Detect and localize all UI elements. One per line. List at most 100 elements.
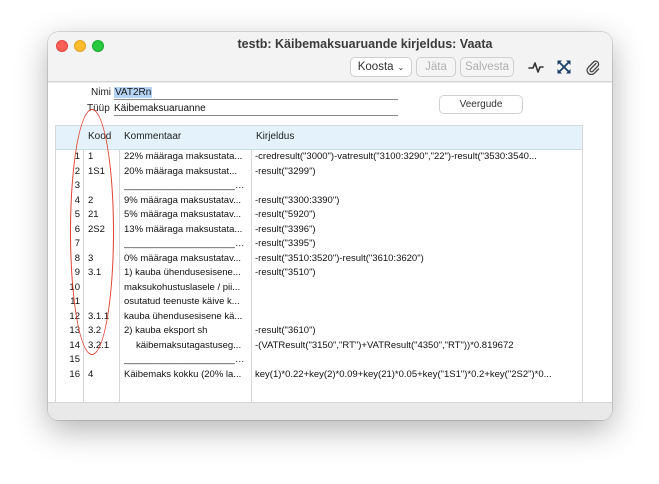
tyyp-underline (114, 115, 398, 116)
kood-cell[interactable]: 2 (88, 194, 118, 209)
kood-cell[interactable]: 1S1 (88, 165, 118, 180)
minimize-window-button[interactable] (74, 40, 86, 52)
maximize-window-button[interactable] (92, 40, 104, 52)
app-window: testb: Käibemaksuaruande kirjeldus: Vaat… (48, 32, 612, 420)
kommentaar-cell[interactable]: 9% määraga maksustatav... (124, 194, 248, 209)
kirjeldus-cell[interactable]: -result("3610") (255, 324, 580, 339)
kommentaar-cell[interactable]: 0% määraga maksustatav... (124, 252, 248, 267)
expand-icon[interactable] (556, 59, 572, 75)
row-number: 11 (70, 296, 80, 307)
row-number: 1 (74, 151, 80, 162)
row-number: 7 (74, 238, 80, 249)
koosta-label: Koosta (357, 61, 394, 73)
kood-cell[interactable]: 3 (88, 252, 118, 267)
row-number: 8 (74, 252, 80, 264)
kirjeldus-cell[interactable]: -result("3299") (255, 165, 580, 180)
table-row[interactable]: 7 ________________________... -result("339… (56, 237, 582, 252)
table-row[interactable]: 5 21 5% määraga maksustatav... -result("592… (56, 208, 582, 223)
kommentaar-cell[interactable]: kauba ühendusesisene kä... (124, 310, 248, 325)
table-row[interactable]: 6 2S2 13% määraga maksustata... -result("33… (56, 223, 582, 238)
row-number: 16 (69, 368, 80, 380)
kommentaar-cell[interactable]: 1) kauba ühendusesisene... (124, 266, 248, 281)
nimi-underline (114, 99, 398, 100)
table-row[interactable]: 3 ________________________... (56, 179, 582, 194)
row-number: 6 (74, 223, 80, 235)
row-number: 12 (69, 310, 80, 322)
kommentaar-cell[interactable]: 5% määraga maksustatav... (124, 208, 248, 223)
row-number: 14 (69, 339, 80, 351)
kood-cell[interactable]: 3.1 (88, 266, 118, 281)
kommentaar-cell[interactable]: käibemaksutagastuseg... (124, 339, 248, 354)
kirjeldus-cell[interactable]: -result("3396") (255, 223, 580, 238)
jata-button[interactable]: Jäta (416, 57, 456, 77)
row-number: 3 (74, 180, 80, 191)
table-row[interactable]: 4 2 9% määraga maksustatav... -result("3300… (56, 194, 582, 209)
kood-cell[interactable]: 3.2 (88, 324, 118, 339)
nimi-field[interactable]: VAT2Rn (114, 87, 153, 98)
kood-cell[interactable]: 3.2.1 (88, 339, 118, 354)
kommentaar-cell[interactable]: 13% määraga maksustata... (124, 223, 248, 238)
table-row[interactable]: 12 3.1.1 kauba ühendusesisene kä... (56, 310, 582, 325)
kommentaar-cell[interactable]: ________________________... (124, 179, 248, 194)
kommentaar-cell[interactable]: 20% määraga maksustat... (124, 165, 248, 180)
pulse-icon[interactable] (528, 59, 544, 75)
kommentaar-cell[interactable]: Käibemaks kokku (20% la... (124, 368, 248, 383)
table-row[interactable]: 14 3.2.1 käibemaksutagastuseg... -(VATResul… (56, 339, 582, 354)
row-number: 4 (74, 194, 80, 206)
table-body: 1 1 22% määraga maksustata... -credresult("… (56, 150, 582, 382)
table-header: Kood Kommentaar Kirjeldus (56, 126, 582, 150)
kommentaar-cell[interactable]: 22% määraga maksustata... (124, 150, 248, 165)
row-number: 15 (69, 354, 80, 365)
kirjeldus-cell[interactable]: -(VATResult("3150","RT")+VATResult("4350… (255, 339, 580, 354)
status-bar (48, 402, 612, 420)
table-row[interactable]: 8 3 0% määraga maksustatav... -result("3510… (56, 252, 582, 267)
report-table: Kood Kommentaar Kirjeldus 1 1 22% määraga … (55, 125, 583, 413)
kood-cell[interactable]: 2S2 (88, 223, 118, 238)
row-number: 13 (69, 325, 80, 336)
kood-cell[interactable]: 21 (88, 208, 118, 223)
kood-cell[interactable]: 3.1.1 (88, 310, 118, 325)
nimi-value: VAT2Rn (114, 87, 153, 98)
tyyp-field[interactable]: Käibemaksuaruanne (114, 103, 206, 114)
title-bar: testb: Käibemaksuaruande kirjeldus: Vaat… (48, 32, 612, 82)
table-row[interactable]: 2 1S1 20% määraga maksustat... -result("329… (56, 165, 582, 180)
table-row[interactable]: 15 ________________________... (56, 353, 582, 368)
salvesta-button[interactable]: Salvesta (460, 57, 514, 77)
column-header-kirjeldus[interactable]: Kirjeldus (256, 131, 294, 142)
window-title: testb: Käibemaksuaruande kirjeldus: Vaat… (237, 37, 493, 51)
column-header-kommentaar[interactable]: Kommentaar (124, 131, 181, 142)
form-content: Nimi VAT2Rn Tüüp Käibemaksuaruanne Veerg… (48, 83, 612, 420)
table-row[interactable]: 1 1 22% määraga maksustata... -credresult("… (56, 150, 582, 165)
kirjeldus-cell[interactable]: -result("3300:3390") (255, 194, 580, 209)
kommentaar-cell[interactable]: maksukohustuslasele / pii... (124, 281, 248, 296)
table-row[interactable]: 11 osutatud teenuste käive k... (56, 295, 582, 310)
kommentaar-cell[interactable]: ________________________... (124, 237, 248, 252)
koosta-button[interactable]: Koosta ⌄ (350, 57, 412, 77)
kood-cell[interactable]: 1 (88, 150, 118, 165)
kommentaar-cell[interactable]: osutatud teenuste käive k... (124, 295, 248, 310)
table-row[interactable]: 10 maksukohustuslasele / pii... (56, 281, 582, 296)
row-number: 2 (74, 165, 80, 177)
close-window-button[interactable] (56, 40, 68, 52)
tyyp-label: Tüüp (87, 103, 110, 114)
kirjeldus-cell[interactable]: -result("3510:3520")-result("3610:3620") (255, 252, 580, 267)
row-number: 5 (74, 209, 80, 220)
row-number: 10 (69, 281, 80, 293)
chevron-down-icon: ⌄ (397, 63, 405, 72)
kood-cell[interactable]: 4 (88, 368, 118, 383)
table-row[interactable]: 16 4 Käibemaks kokku (20% la... key(1)*0.22… (56, 368, 582, 383)
table-row[interactable]: 9 3.1 1) kauba ühendusesisene... -result("3… (56, 266, 582, 281)
kommentaar-cell[interactable]: 2) kauba eksport sh (124, 324, 248, 339)
kommentaar-cell[interactable]: ________________________... (124, 353, 248, 368)
veergude-button[interactable]: Veergude (439, 95, 523, 114)
table-row[interactable]: 13 3.2 2) kauba eksport sh -result("3610") (56, 324, 582, 339)
kirjeldus-cell[interactable]: key(1)*0.22+key(2)*0.09+key(21)*0.05+key… (255, 368, 580, 383)
kirjeldus-cell[interactable]: -result("3395") (255, 237, 580, 252)
nimi-label: Nimi (91, 87, 111, 98)
column-header-kood[interactable]: Kood (88, 131, 111, 142)
kirjeldus-cell[interactable]: -credresult("3000")-vatresult("3100:3290… (255, 150, 580, 165)
paperclip-icon[interactable] (585, 59, 601, 75)
kirjeldus-cell[interactable]: -result("3510") (255, 266, 580, 281)
kirjeldus-cell[interactable]: -result("5920") (255, 208, 580, 223)
row-number: 9 (74, 267, 80, 278)
